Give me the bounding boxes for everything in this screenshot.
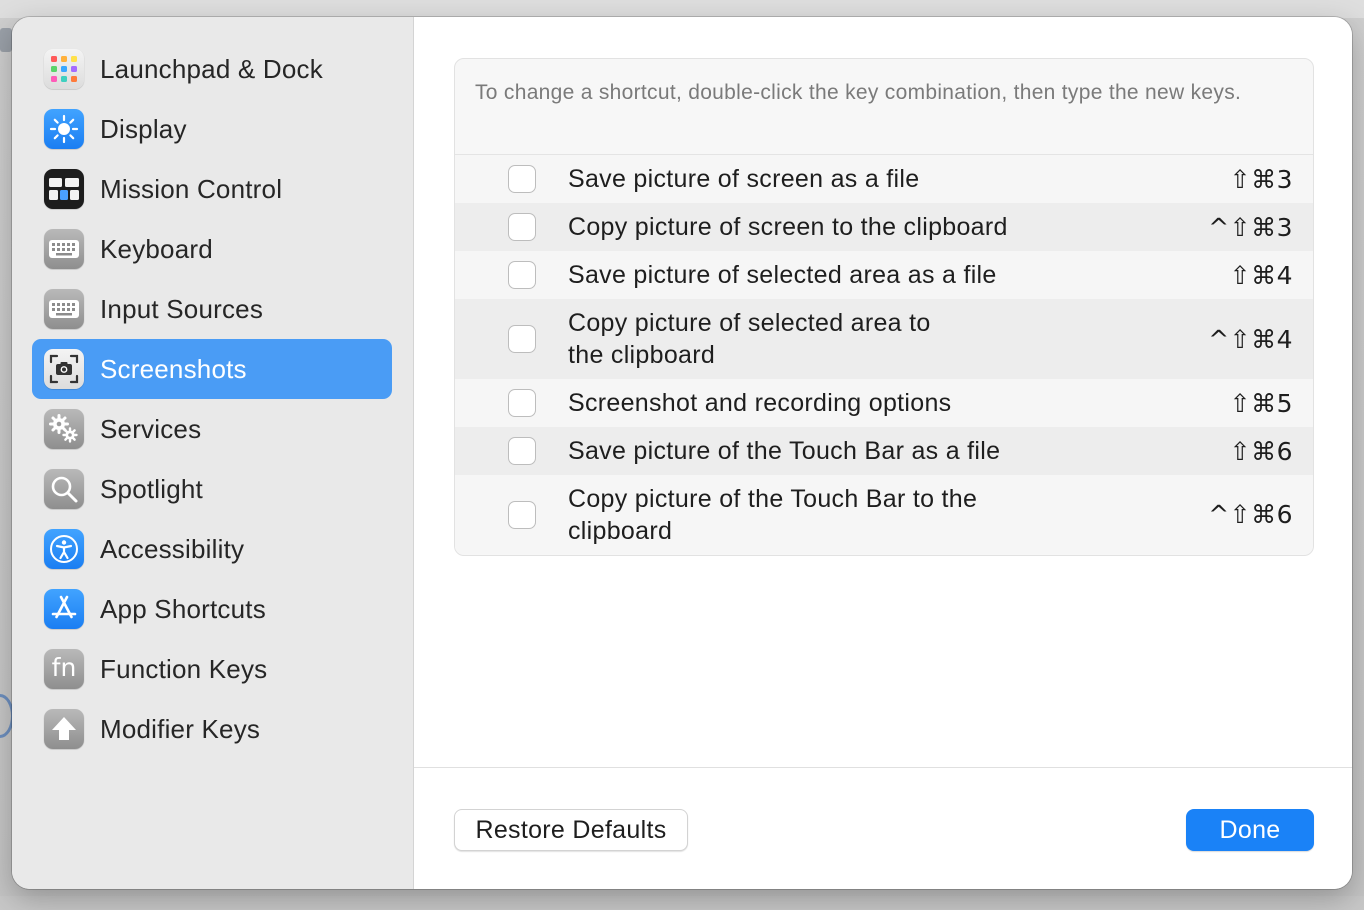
shortcut-keys[interactable]: ^⇧⌘4: [1208, 325, 1293, 354]
sidebar-item-label: Mission Control: [100, 173, 283, 204]
shortcut-keys[interactable]: ⇧⌘4: [1230, 261, 1293, 290]
shortcut-keys[interactable]: ^⇧⌘3: [1208, 213, 1293, 242]
footer-divider: [414, 767, 1352, 768]
background-window-strip: [0, 0, 1364, 18]
shortcut-keys[interactable]: ⇧⌘3: [1230, 165, 1293, 194]
sidebar-item-label: Spotlight: [100, 473, 203, 504]
app-shortcuts-icon: [44, 589, 84, 629]
sidebar-item-function-keys[interactable]: fn Function Keys: [32, 639, 392, 699]
shortcut-row-copy-area-clipboard[interactable]: Copy picture of selected area to the cli…: [455, 299, 1313, 379]
shortcut-row-save-screen-file[interactable]: Save picture of screen as a file ⇧⌘3: [455, 155, 1313, 203]
shortcut-keys[interactable]: ⇧⌘5: [1230, 389, 1293, 418]
shortcut-label: Save picture of the Touch Bar as a file: [568, 437, 1001, 465]
sidebar-item-keyboard[interactable]: Keyboard: [32, 219, 392, 279]
input-sources-icon: [44, 289, 84, 329]
shortcut-row-copy-touchbar-clipboard[interactable]: Copy picture of the Touch Bar to the cli…: [455, 475, 1313, 554]
shortcuts-main: To change a shortcut, double-click the k…: [414, 17, 1352, 889]
sidebar-item-mission-control[interactable]: Mission Control: [32, 159, 392, 219]
sidebar-item-label: Launchpad & Dock: [100, 53, 323, 84]
sidebar-item-input-sources[interactable]: Input Sources: [32, 279, 392, 339]
sidebar-item-launchpad-dock[interactable]: Launchpad & Dock: [32, 39, 392, 99]
shortcut-label: Copy picture of selected area to the cli…: [568, 309, 931, 369]
sidebar-item-label: Display: [100, 113, 187, 144]
fn-glyph: fn: [51, 653, 77, 682]
shortcut-checkbox[interactable]: [508, 500, 536, 529]
background-bottom-strip: [0, 896, 1364, 910]
sidebar-item-spotlight[interactable]: Spotlight: [32, 459, 392, 519]
shortcut-label: Copy picture of the Touch Bar to the cli…: [568, 484, 978, 545]
sidebar-item-label: Function Keys: [100, 653, 268, 684]
accessibility-icon: [44, 529, 84, 569]
shortcuts-sidebar: Launchpad & Dock Display Mission Control…: [12, 17, 414, 889]
sidebar-item-label: Accessibility: [100, 533, 245, 564]
sidebar-item-label: Services: [100, 413, 202, 444]
shortcut-checkbox[interactable]: [508, 261, 536, 289]
services-gear-icon: [44, 409, 84, 449]
sidebar-item-display[interactable]: Display: [32, 99, 392, 159]
shortcut-keys[interactable]: ⇧⌘6: [1230, 437, 1293, 466]
keyboard-shortcuts-sheet: Launchpad & Dock Display Mission Control…: [12, 17, 1352, 889]
launchpad-dock-icon: [44, 49, 84, 89]
sidebar-item-app-shortcuts[interactable]: App Shortcuts: [32, 579, 392, 639]
keyboard-icon: [44, 229, 84, 269]
modifier-keys-icon: [44, 709, 84, 749]
sidebar-item-screenshots[interactable]: Screenshots: [32, 339, 392, 399]
shortcut-row-recording-options[interactable]: Screenshot and recording options ⇧⌘5: [455, 379, 1313, 427]
function-keys-icon: fn: [44, 649, 84, 689]
spotlight-magnifier-icon: [44, 469, 84, 509]
shortcut-label: Screenshot and recording options: [568, 389, 952, 417]
screenshots-icon: [44, 349, 84, 389]
sidebar-item-modifier-keys[interactable]: Modifier Keys: [32, 699, 392, 759]
shortcut-label: Save picture of screen as a file: [568, 165, 920, 193]
shortcut-checkbox[interactable]: [508, 165, 536, 193]
sidebar-item-label: Screenshots: [100, 353, 247, 384]
done-button[interactable]: Done: [1186, 809, 1314, 851]
sidebar-item-label: Modifier Keys: [100, 713, 261, 744]
sidebar-item-label: Input Sources: [100, 293, 264, 324]
shortcut-row-save-area-file[interactable]: Save picture of selected area as a file …: [455, 251, 1313, 299]
sidebar-item-label: Keyboard: [100, 233, 213, 264]
shortcut-keys[interactable]: ^⇧⌘6: [1208, 500, 1293, 529]
shortcuts-list-panel: To change a shortcut, double-click the k…: [454, 58, 1314, 556]
shortcut-row-copy-screen-clipboard[interactable]: Copy picture of screen to the clipboard …: [455, 203, 1313, 251]
background-window-edge: [0, 28, 12, 52]
shortcut-checkbox[interactable]: [508, 325, 536, 353]
mission-control-icon: [44, 169, 84, 209]
shortcut-checkbox[interactable]: [508, 389, 536, 417]
display-icon: [44, 109, 84, 149]
shortcut-label: Save picture of selected area as a file: [568, 261, 997, 289]
shortcut-label: Copy picture of screen to the clipboard: [568, 213, 1008, 241]
shortcut-checkbox[interactable]: [508, 213, 536, 241]
shortcut-hint-text: To change a shortcut, double-click the k…: [455, 59, 1313, 155]
restore-defaults-button[interactable]: Restore Defaults: [454, 809, 688, 851]
sidebar-item-label: App Shortcuts: [100, 593, 266, 624]
shortcut-row-save-touchbar-file[interactable]: Save picture of the Touch Bar as a file …: [455, 427, 1313, 475]
sidebar-item-accessibility[interactable]: Accessibility: [32, 519, 392, 579]
shortcut-checkbox[interactable]: [508, 437, 536, 465]
sidebar-item-services[interactable]: Services: [32, 399, 392, 459]
